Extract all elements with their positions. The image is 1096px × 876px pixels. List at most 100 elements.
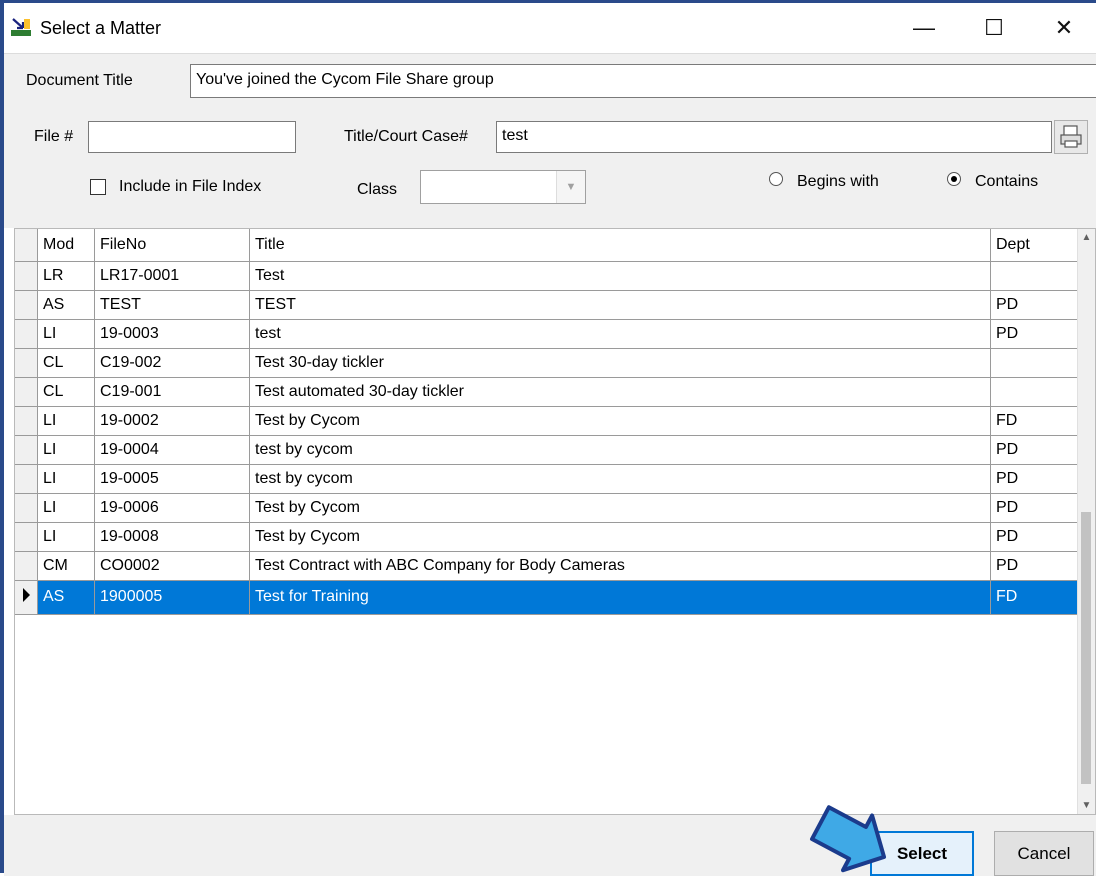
cell-title: Test for Training (249, 580, 991, 615)
cancel-button[interactable]: Cancel (994, 831, 1094, 876)
row-indicator (15, 522, 38, 552)
cell-title: test by cycom (249, 435, 991, 465)
grid-header-row: Mod FileNo Title Dept (15, 229, 1082, 262)
cell-dept: FD (990, 406, 1082, 436)
class-dropdown[interactable]: ▼ (420, 170, 586, 204)
matters-table: Mod FileNo Title Dept LR LR17-0001 Test … (15, 229, 1082, 615)
cell-dept: PD (990, 551, 1082, 581)
table-row[interactable]: LR LR17-0001 Test (15, 261, 1082, 291)
column-header-fileno[interactable]: FileNo (94, 229, 250, 262)
column-header-dept[interactable]: Dept (990, 229, 1082, 262)
app-icon (11, 18, 31, 36)
scroll-up-icon[interactable]: ▲ (1078, 229, 1095, 246)
printer-icon (1060, 125, 1082, 148)
table-row[interactable]: LI 19-0004 test by cycom PD (15, 435, 1082, 465)
chevron-down-icon[interactable]: ▼ (556, 171, 585, 203)
table-row[interactable]: AS TEST TEST PD (15, 290, 1082, 320)
cell-title: Test (249, 261, 991, 291)
document-title-field[interactable]: You've joined the Cycom File Share group (190, 64, 1096, 98)
row-indicator (15, 551, 38, 581)
cell-title: Test by Cycom (249, 406, 991, 436)
document-title-label: Document Title (26, 72, 133, 89)
cell-fileno: LR17-0001 (94, 261, 250, 291)
cell-fileno: 19-0008 (94, 522, 250, 552)
row-indicator (15, 261, 38, 291)
class-label: Class (357, 181, 398, 198)
cell-title: TEST (249, 290, 991, 320)
table-row[interactable]: CM CO0002 Test Contract with ABC Company… (15, 551, 1082, 581)
cell-fileno: 19-0004 (94, 435, 250, 465)
file-no-label: File # (34, 128, 74, 145)
cell-dept (990, 261, 1082, 291)
scrollbar-thumb[interactable] (1081, 512, 1091, 784)
select-matter-dialog: Select a Matter — ☐ ✕ Document Title You… (0, 0, 1096, 876)
include-index-checkbox[interactable] (90, 179, 106, 195)
selected-table-row[interactable]: AS 1900005 Test for Training FD (15, 580, 1082, 615)
cell-dept: PD (990, 319, 1082, 349)
cell-fileno: TEST (94, 290, 250, 320)
vertical-scrollbar[interactable]: ▲ ▼ (1077, 229, 1095, 814)
cell-mod: LI (37, 522, 95, 552)
cell-title: Test 30-day tickler (249, 348, 991, 378)
begins-with-label: Begins with (797, 173, 879, 190)
title-case-field[interactable]: test (496, 121, 1052, 153)
table-row[interactable]: LI 19-0006 Test by Cycom PD (15, 493, 1082, 523)
cell-mod: LI (37, 435, 95, 465)
cell-fileno: C19-002 (94, 348, 250, 378)
cell-mod: AS (37, 580, 95, 615)
begins-with-radio[interactable] (769, 172, 783, 186)
title-bar[interactable]: Select a Matter — ☐ ✕ (4, 3, 1096, 53)
cell-mod: LI (37, 493, 95, 523)
row-indicator (15, 406, 38, 436)
cell-mod: LI (37, 406, 95, 436)
table-row[interactable]: LI 19-0003 test PD (15, 319, 1082, 349)
cell-title: Test Contract with ABC Company for Body … (249, 551, 991, 581)
cell-dept: PD (990, 493, 1082, 523)
table-row[interactable]: CL C19-001 Test automated 30-day tickler (15, 377, 1082, 407)
cell-mod: LI (37, 319, 95, 349)
row-indicator (15, 464, 38, 494)
cell-title: test by cycom (249, 464, 991, 494)
row-indicator (15, 290, 38, 320)
row-indicator (15, 435, 38, 465)
cell-dept (990, 377, 1082, 407)
cell-dept: PD (990, 464, 1082, 494)
row-indicator (15, 580, 38, 615)
row-indicator (15, 493, 38, 523)
maximize-button[interactable]: ☐ (974, 11, 1014, 45)
cell-title: Test by Cycom (249, 493, 991, 523)
table-row[interactable]: LI 19-0002 Test by Cycom FD (15, 406, 1082, 436)
cell-fileno: 19-0003 (94, 319, 250, 349)
cell-fileno: 1900005 (94, 580, 250, 615)
row-indicator (15, 319, 38, 349)
button-bar: Select Cancel (4, 815, 1096, 876)
search-form: Document Title You've joined the Cycom F… (4, 53, 1096, 219)
scroll-down-icon[interactable]: ▼ (1078, 797, 1095, 814)
cell-title: Test by Cycom (249, 522, 991, 552)
cell-fileno: CO0002 (94, 551, 250, 581)
cell-fileno: 19-0006 (94, 493, 250, 523)
cell-dept: FD (990, 580, 1082, 615)
file-no-field[interactable] (88, 121, 296, 153)
title-case-label: Title/Court Case# (344, 128, 468, 145)
column-header-mod[interactable]: Mod (37, 229, 95, 262)
cell-fileno: C19-001 (94, 377, 250, 407)
contains-radio[interactable] (947, 172, 961, 186)
column-header-title[interactable]: Title (249, 229, 991, 262)
grid-spacer (4, 218, 1096, 228)
minimize-button[interactable]: — (904, 11, 944, 45)
cell-dept (990, 348, 1082, 378)
close-button[interactable]: ✕ (1044, 11, 1084, 45)
table-row[interactable]: LI 19-0005 test by cycom PD (15, 464, 1082, 494)
cell-mod: CL (37, 377, 95, 407)
table-row[interactable]: LI 19-0008 Test by Cycom PD (15, 522, 1082, 552)
cell-dept: PD (990, 435, 1082, 465)
table-row[interactable]: CL C19-002 Test 30-day tickler (15, 348, 1082, 378)
cell-title: test (249, 319, 991, 349)
cell-mod: LI (37, 464, 95, 494)
contains-label: Contains (975, 173, 1039, 190)
lookup-button[interactable] (1054, 120, 1088, 154)
current-row-arrow-icon (23, 587, 30, 602)
row-indicator (15, 348, 38, 378)
cell-fileno: 19-0002 (94, 406, 250, 436)
